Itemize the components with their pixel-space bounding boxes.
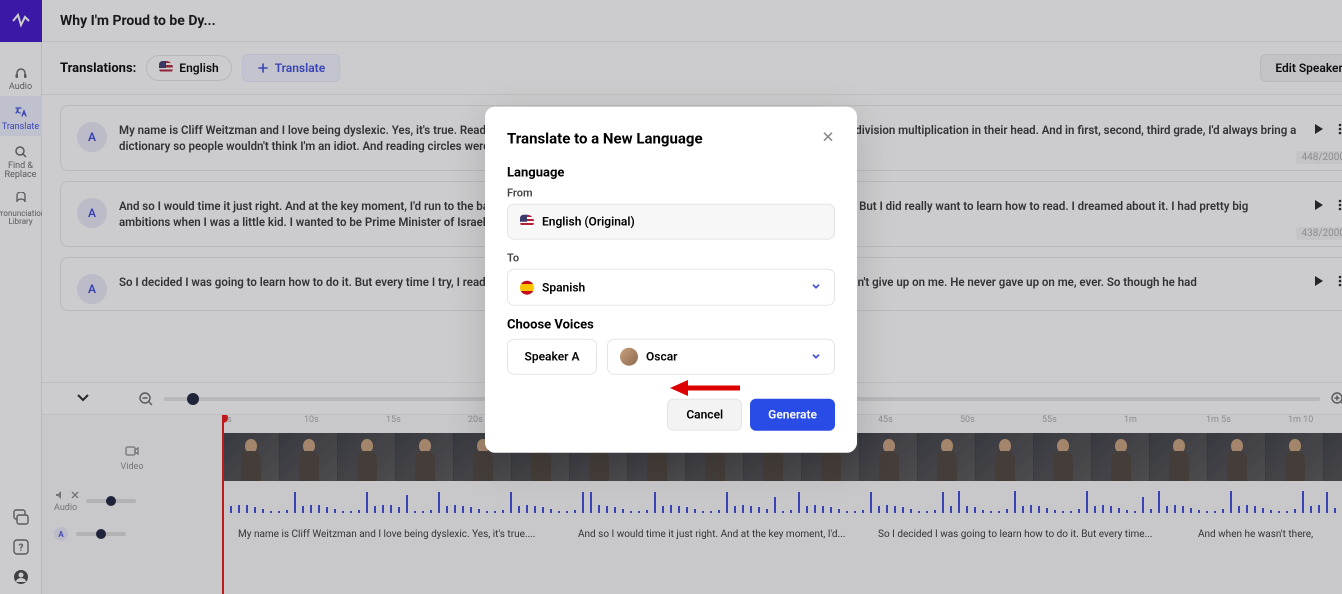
- from-language-field: English (Original): [507, 204, 835, 240]
- chevron-down-icon: [810, 349, 822, 364]
- voices-section: Choose Voices: [507, 318, 835, 333]
- voice-select[interactable]: Oscar: [607, 339, 835, 375]
- us-flag-icon: [520, 215, 534, 229]
- modal-title: Translate to a New Language: [507, 129, 821, 147]
- chevron-down-icon: [810, 280, 822, 295]
- generate-button[interactable]: Generate: [750, 399, 835, 431]
- close-icon: [821, 130, 835, 144]
- close-button[interactable]: [821, 129, 835, 148]
- to-label: To: [507, 252, 835, 265]
- to-language-select[interactable]: Spanish: [507, 269, 835, 306]
- from-label: From: [507, 187, 835, 200]
- annotation-arrow: [670, 378, 740, 398]
- field-value: English (Original): [542, 215, 635, 229]
- voice-name: Oscar: [646, 350, 677, 364]
- voice-avatar-icon: [620, 348, 638, 366]
- cancel-button[interactable]: Cancel: [667, 399, 742, 431]
- field-value: Spanish: [542, 280, 585, 294]
- language-section: Language: [507, 166, 835, 181]
- speaker-label: Speaker A: [507, 339, 597, 375]
- translate-modal: Translate to a New Language Language Fro…: [485, 107, 857, 453]
- es-flag-icon: [520, 280, 534, 294]
